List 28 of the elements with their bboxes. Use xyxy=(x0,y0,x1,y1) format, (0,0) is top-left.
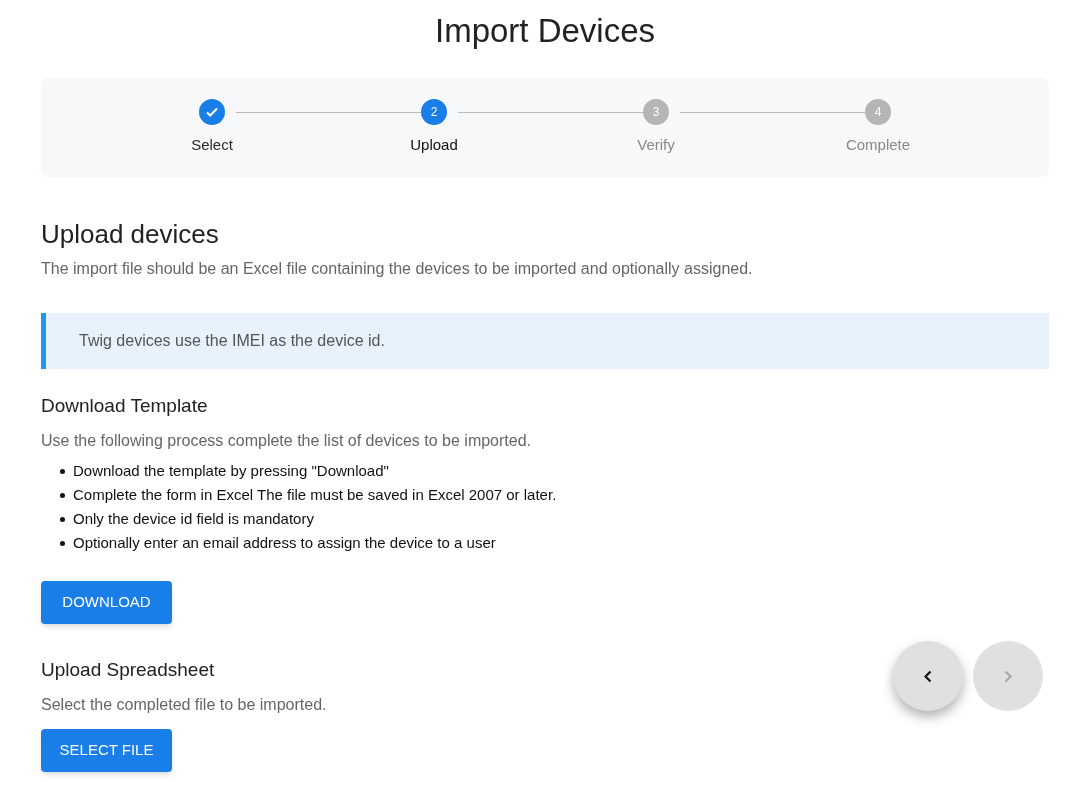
list-item: Only the device id field is mandatory xyxy=(73,508,314,529)
page-title: Import Devices xyxy=(433,11,657,51)
step-label: Upload xyxy=(410,135,458,155)
bullet-icon xyxy=(60,516,65,522)
subsection-heading: Upload Spreadsheet xyxy=(41,658,215,682)
step-number: 2 xyxy=(421,99,447,125)
section-heading: Upload devices xyxy=(41,218,220,251)
list-item: Optionally enter an email address to assign the device to a user xyxy=(73,532,496,553)
list-item: Download the template by pressing "Download" xyxy=(73,460,389,481)
chevron-left-icon xyxy=(924,669,932,683)
step-label: Verify xyxy=(637,135,675,155)
subsection-heading: Download Template xyxy=(41,394,208,418)
bullet-icon xyxy=(60,468,65,474)
download-button[interactable]: DOWNLOAD xyxy=(41,581,172,624)
chevron-right-icon xyxy=(1004,669,1012,683)
step-number: 3 xyxy=(643,99,669,125)
instructions-text: Use the following process complete the list of devices to be imported. xyxy=(41,431,533,451)
intro-text: The import file should be an Excel file containing the devices to be imported and optionally assigned. xyxy=(41,259,754,279)
list-item: Complete the form in Excel The file must be saved in Excel 2007 or later. xyxy=(73,484,557,505)
instructions-text: Select the completed file to be imported. xyxy=(41,695,328,715)
bullet-icon xyxy=(60,540,65,546)
select-file-button[interactable]: SELECT FILE xyxy=(41,729,172,772)
step-label: Select xyxy=(191,135,233,155)
back-button[interactable] xyxy=(893,641,963,711)
step-number: 4 xyxy=(865,99,891,125)
bullet-icon xyxy=(60,492,65,498)
step-label: Complete xyxy=(845,135,911,155)
info-text: Twig devices use the IMEI as the device id. xyxy=(79,331,385,351)
